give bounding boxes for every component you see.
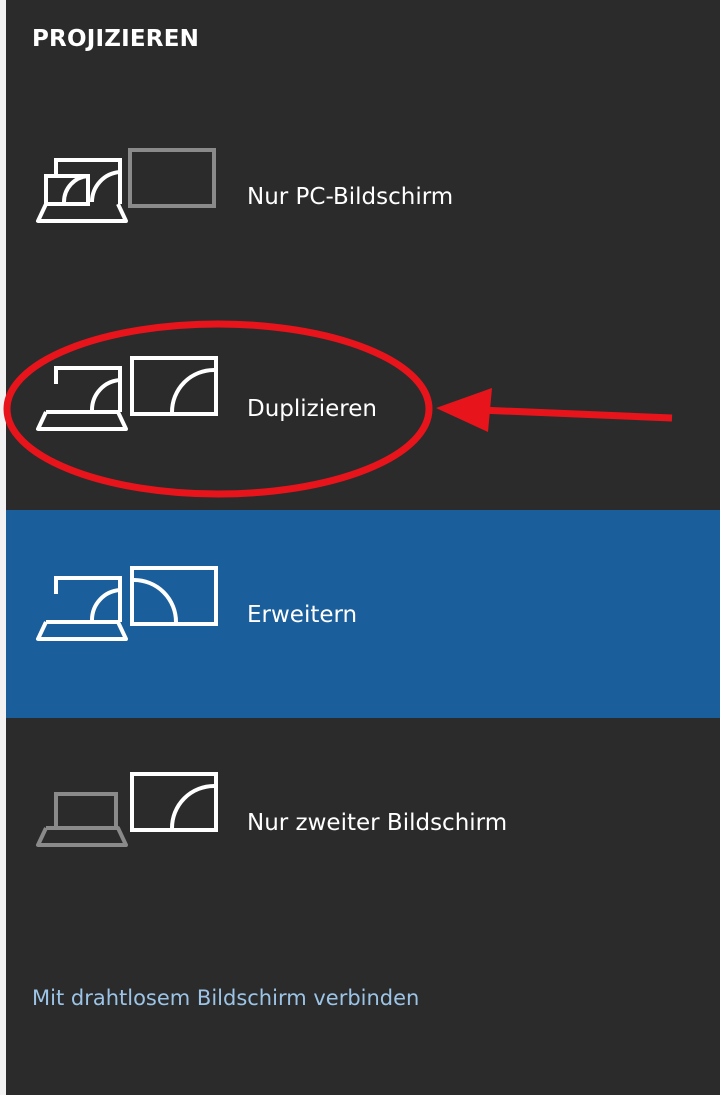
project-panel: PROJIZIEREN Nur PC-Bildschirm Dupliziere… — [0, 0, 720, 1095]
option-label: Erweitern — [247, 602, 358, 628]
option-pc-screen-only[interactable]: Nur PC-Bildschirm — [6, 94, 720, 302]
option-label: Nur zweiter Bildschirm — [247, 810, 508, 836]
pc-screen-only-icon — [36, 148, 216, 223]
duplicate-icon — [36, 356, 218, 431]
panel-title: PROJIZIEREN — [32, 26, 200, 52]
option-label: Nur PC-Bildschirm — [247, 184, 454, 210]
connect-wireless-display-link[interactable]: Mit drahtlosem Bildschirm verbinden — [32, 986, 419, 1010]
option-extend[interactable]: Erweitern — [6, 510, 720, 718]
option-label: Duplizieren — [247, 396, 377, 422]
option-second-screen-only[interactable]: Nur zweiter Bildschirm — [6, 718, 720, 926]
extend-icon — [36, 566, 218, 641]
option-duplicate[interactable]: Duplizieren — [6, 302, 720, 510]
second-screen-only-icon — [36, 772, 218, 847]
